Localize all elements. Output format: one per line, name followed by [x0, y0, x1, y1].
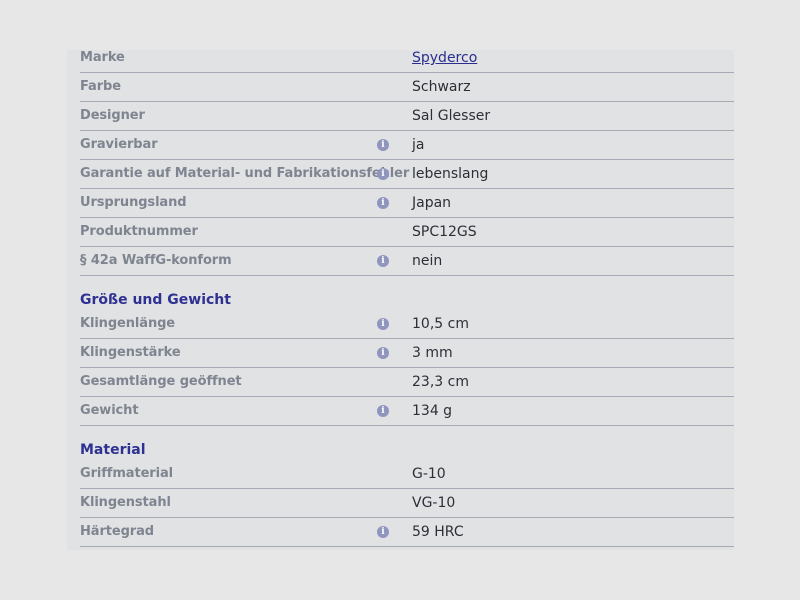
spec-value: nein — [412, 253, 443, 269]
spec-row-gewicht: Gewicht i 134 g — [80, 397, 734, 426]
spec-label: Härtegrad — [80, 524, 154, 539]
spec-label: Klingenlänge — [80, 316, 176, 331]
spec-row-klingenstaerke: Klingenstärke i 3 mm — [80, 339, 734, 368]
spec-label: § 42a WaffG-konform — [80, 253, 232, 268]
spec-value: Schwarz — [412, 79, 471, 95]
spec-label: Farbe — [80, 79, 121, 94]
spec-label: Ursprungsland — [80, 195, 187, 210]
spec-value: 3 mm — [412, 345, 453, 361]
spec-value: Sal Glesser — [412, 108, 491, 124]
spec-row-marke: Marke Spyderco — [80, 44, 734, 73]
spec-row-garantie: Garantie auf Material- und Fabrikationsf… — [80, 160, 734, 189]
info-icon[interactable]: i — [377, 168, 389, 180]
product-specs-panel: Marke Spyderco Farbe Schwarz Designer Sa… — [67, 50, 734, 550]
spec-row-haertegrad: Härtegrad i 59 HRC — [80, 518, 734, 547]
spec-row-ursprungsland: Ursprungsland i Japan — [80, 189, 734, 218]
spec-value: lebenslang — [412, 166, 489, 182]
info-icon[interactable]: i — [377, 347, 389, 359]
spec-value: Japan — [412, 195, 452, 211]
spec-label: Garantie auf Material- und Fabrikationsf… — [80, 166, 410, 181]
spec-value: 134 g — [412, 403, 453, 419]
spec-row-designer: Designer Sal Glesser — [80, 102, 734, 131]
spec-label: Gesamtlänge geöffnet — [80, 374, 242, 389]
spec-value: SPC12GS — [412, 224, 477, 240]
spec-row-klingenlaenge: Klingenlänge i 10,5 cm — [80, 310, 734, 339]
spec-row-klingenstahl: Klingenstahl VG-10 — [80, 489, 734, 518]
spec-row-farbe: Farbe Schwarz — [80, 73, 734, 102]
section-title-material: Material — [80, 442, 146, 458]
info-icon[interactable]: i — [377, 197, 389, 209]
spec-row-gesamtlaenge: Gesamtlänge geöffnet 23,3 cm — [80, 368, 734, 397]
spec-label: Klingenstahl — [80, 495, 171, 510]
spec-value: ja — [412, 137, 425, 153]
section-title-size: Größe und Gewicht — [80, 292, 231, 308]
spec-value: 23,3 cm — [412, 374, 469, 390]
spec-value: G-10 — [412, 466, 446, 482]
info-icon[interactable]: i — [377, 526, 389, 538]
spec-label: Marke — [80, 50, 125, 65]
info-icon[interactable]: i — [377, 318, 389, 330]
spec-row-produktnummer: Produktnummer SPC12GS — [80, 218, 734, 247]
spec-value: 10,5 cm — [412, 316, 469, 332]
spec-value: 59 HRC — [412, 524, 464, 540]
spec-value: VG-10 — [412, 495, 456, 511]
brand-link[interactable]: Spyderco — [412, 44, 477, 72]
spec-label: Gravierbar — [80, 137, 158, 152]
spec-label: Designer — [80, 108, 145, 123]
info-icon[interactable]: i — [377, 139, 389, 151]
info-icon[interactable]: i — [377, 405, 389, 417]
spec-label: Gewicht — [80, 403, 139, 418]
spec-label: Griffmaterial — [80, 466, 173, 481]
spec-row-waffg: § 42a WaffG-konform i nein — [80, 247, 734, 276]
spec-row-gravierbar: Gravierbar i ja — [80, 131, 734, 160]
info-icon[interactable]: i — [377, 255, 389, 267]
spec-label: Produktnummer — [80, 224, 198, 239]
spec-label: Klingenstärke — [80, 345, 181, 360]
spec-row-griffmaterial: Griffmaterial G-10 — [80, 460, 734, 489]
